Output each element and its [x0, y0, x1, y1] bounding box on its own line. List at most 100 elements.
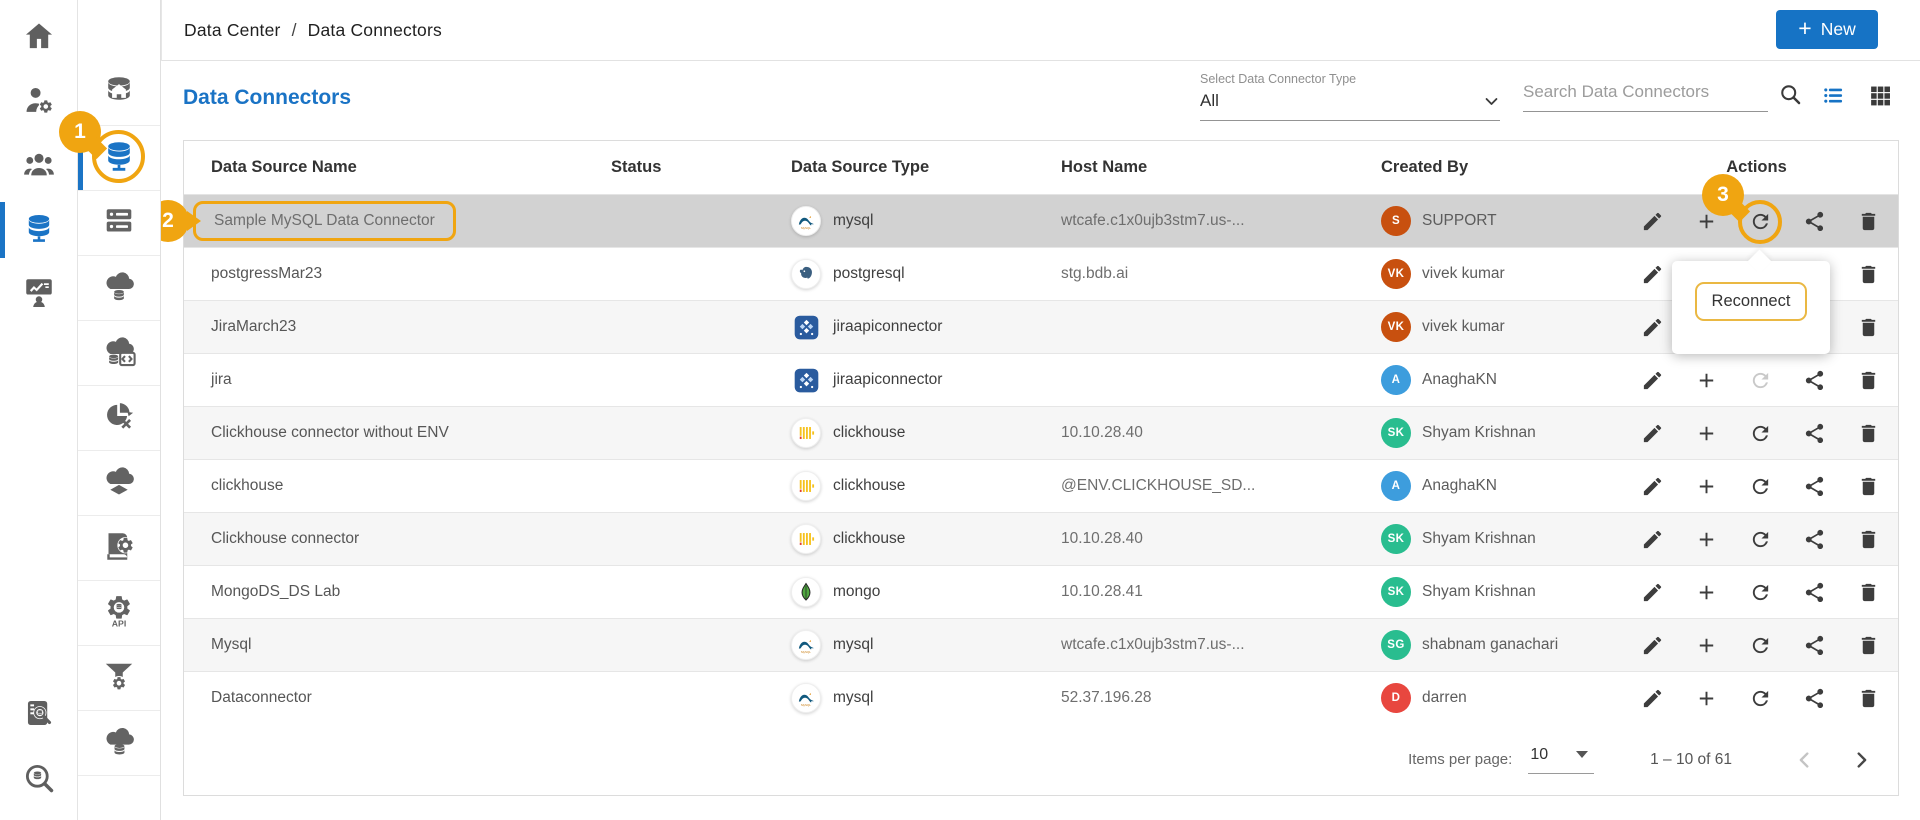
reconnect-icon[interactable]	[1749, 687, 1772, 710]
table-row[interactable]: Sample MySQL Data Connector 2 MySQL mysql wt…	[147, 195, 1898, 248]
add-icon[interactable]	[1695, 210, 1718, 233]
data-source-name[interactable]: postgressMar23	[211, 265, 322, 282]
delete-icon[interactable]	[1857, 210, 1880, 233]
sidebar-item-data-store[interactable]	[78, 516, 160, 581]
next-page-button[interactable]	[1850, 749, 1872, 771]
column-header-data-source-name[interactable]: Data Source Name	[184, 158, 611, 177]
sidebar-item-kpi-board[interactable]	[0, 262, 77, 326]
edit-icon[interactable]	[1641, 210, 1664, 233]
data-source-name[interactable]: clickhouse	[211, 477, 283, 494]
reconnect-icon[interactable]	[1749, 528, 1772, 551]
edit-icon[interactable]	[1641, 369, 1664, 392]
edit-icon[interactable]	[1641, 528, 1664, 551]
edit-icon[interactable]	[1641, 475, 1664, 498]
data-source-name[interactable]: Clickhouse connector	[211, 530, 359, 547]
sidebar-item-api-connectors[interactable]: API	[78, 581, 160, 646]
table-row[interactable]: clickhouse clickhouse @ENV.CLICKHOUSE_SD..…	[184, 460, 1898, 513]
sidebar-item-data-sets[interactable]	[78, 321, 160, 386]
data-source-name[interactable]: JiraMarch23	[211, 318, 296, 335]
sidebar-item-data-pipeline[interactable]	[78, 646, 160, 711]
delete-icon[interactable]	[1857, 369, 1880, 392]
column-header-data-source-type[interactable]: Data Source Type	[791, 158, 1061, 177]
sidebar-item-server-rack[interactable]	[78, 191, 160, 256]
edit-icon[interactable]	[1641, 422, 1664, 445]
share-icon[interactable]	[1803, 210, 1826, 233]
add-icon[interactable]	[1695, 369, 1718, 392]
delete-icon[interactable]	[1857, 528, 1880, 551]
sidebar-item-audit-book[interactable]	[0, 684, 77, 748]
reconnect-icon[interactable]	[1749, 369, 1772, 392]
sidebar-item-cloud-database[interactable]	[78, 256, 160, 321]
edit-icon[interactable]	[1641, 316, 1664, 339]
reconnect-icon[interactable]	[1749, 422, 1772, 445]
table-row[interactable]: JiraMarch23 jiraapiconnector VK vivek kumar	[184, 301, 1898, 354]
edit-icon[interactable]	[1641, 687, 1664, 710]
add-icon[interactable]	[1695, 528, 1718, 551]
data-source-name[interactable]: Dataconnector	[211, 689, 312, 706]
data-source-name[interactable]: MongoDS_DS Lab	[211, 583, 340, 600]
delete-icon[interactable]	[1857, 316, 1880, 339]
column-header-status[interactable]: Status	[611, 158, 791, 177]
table-row[interactable]: Mysql MySQL mysql wtcafe.c1x0ujb3stm7.us-..…	[184, 619, 1898, 672]
edit-icon[interactable]	[1641, 581, 1664, 604]
share-icon[interactable]	[1803, 369, 1826, 392]
share-icon[interactable]	[1803, 422, 1826, 445]
new-button[interactable]: + New	[1776, 10, 1878, 49]
reconnect-icon[interactable]	[1749, 634, 1772, 657]
reconnect-icon[interactable]	[1749, 581, 1772, 604]
share-icon[interactable]	[1803, 634, 1826, 657]
data-source-name[interactable]: Clickhouse connector without ENV	[211, 424, 449, 441]
delete-icon[interactable]	[1857, 581, 1880, 604]
add-icon[interactable]	[1695, 422, 1718, 445]
table-row[interactable]: Dataconnector MySQL mysql 52.37.196.28 Ddarr…	[184, 672, 1898, 725]
edit-icon[interactable]	[1641, 634, 1664, 657]
delete-icon[interactable]	[1857, 634, 1880, 657]
data-source-name[interactable]: jira	[211, 371, 232, 388]
add-icon[interactable]	[1695, 687, 1718, 710]
delete-icon[interactable]	[1857, 422, 1880, 445]
sidebar-item-user-group[interactable]	[0, 134, 77, 198]
list-view-icon[interactable]	[1821, 83, 1846, 108]
data-source-name[interactable]: Mysql	[211, 636, 251, 653]
data-source-name[interactable]: Sample MySQL Data Connector	[214, 212, 435, 229]
search-icon[interactable]	[1778, 82, 1803, 107]
add-icon[interactable]	[1695, 581, 1718, 604]
table-row[interactable]: Clickhouse connector without ENV clickhou…	[184, 407, 1898, 460]
share-icon[interactable]	[1803, 528, 1826, 551]
table-row[interactable]: postgressMar23 postgresql stg.bdb.ai VK vive…	[184, 248, 1898, 301]
breadcrumb-section[interactable]: Data Center	[184, 20, 281, 41]
host-name: stg.bdb.ai	[1061, 265, 1129, 282]
sidebar-item-data-connectors[interactable]	[78, 126, 160, 191]
sidebar-item-home[interactable]	[0, 6, 77, 70]
delete-icon[interactable]	[1857, 475, 1880, 498]
sidebar-item-user-settings[interactable]	[0, 70, 77, 134]
share-icon[interactable]	[1803, 687, 1826, 710]
add-icon[interactable]	[1695, 634, 1718, 657]
search-input[interactable]	[1523, 82, 1768, 102]
sidebar-item-data-sheets[interactable]	[78, 711, 160, 776]
reconnect-icon[interactable]	[1749, 210, 1772, 233]
sidebar-item-data-lake[interactable]	[78, 451, 160, 516]
sidebar-item-search-database[interactable]	[0, 748, 77, 812]
sidebar-item-data-preparation[interactable]	[78, 386, 160, 451]
grid-view-icon[interactable]	[1868, 83, 1893, 108]
column-header-created-by[interactable]: Created By	[1381, 158, 1639, 177]
sidebar-item-database-network[interactable]	[0, 198, 77, 262]
edit-icon[interactable]	[1641, 263, 1664, 286]
previous-page-button[interactable]	[1794, 749, 1816, 771]
delete-icon[interactable]	[1857, 687, 1880, 710]
reconnect-icon[interactable]	[1749, 475, 1772, 498]
column-header-host-name[interactable]: Host Name	[1061, 158, 1381, 177]
table-row[interactable]: jira jiraapiconnector A AnaghaKN	[184, 354, 1898, 407]
table-row[interactable]: MongoDS_DS Lab mongo 10.10.28.41 SK Shyam Kr…	[184, 566, 1898, 619]
postgresql-icon	[791, 259, 821, 289]
delete-icon[interactable]	[1857, 263, 1880, 286]
add-icon[interactable]	[1695, 475, 1718, 498]
sidebar-item-data-home[interactable]	[78, 61, 160, 126]
table-row[interactable]: Clickhouse connector clickhouse 10.10.28.4…	[184, 513, 1898, 566]
share-icon[interactable]	[1803, 581, 1826, 604]
items-per-page-select[interactable]: 10	[1528, 746, 1595, 774]
share-icon[interactable]	[1803, 475, 1826, 498]
data-lake-icon	[101, 463, 137, 504]
connector-type-select[interactable]: Select Data Connector Type All	[1200, 72, 1500, 121]
